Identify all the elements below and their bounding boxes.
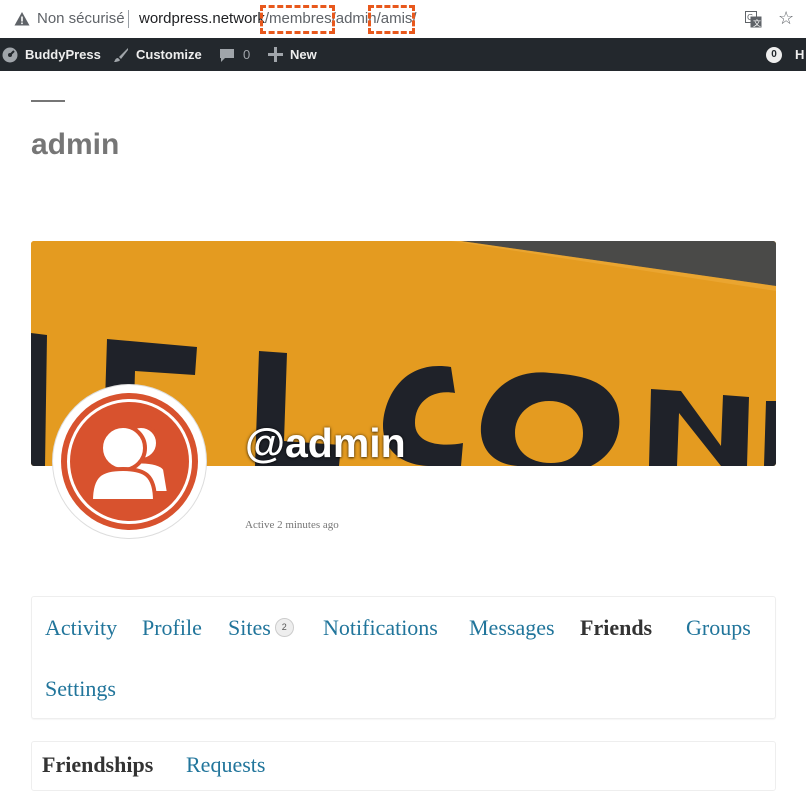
comments-count: 0 [243, 47, 251, 62]
avatar [61, 393, 198, 530]
notifications-menu[interactable]: 0 [766, 38, 782, 71]
dashboard-icon [2, 47, 18, 62]
warning-icon [14, 12, 30, 26]
notifications-count: 0 [766, 46, 782, 63]
profile-avatar[interactable] [53, 385, 206, 538]
nav-item-profile[interactable]: Profile [142, 615, 202, 641]
nav-item-activity[interactable]: Activity [45, 615, 117, 641]
brush-icon [114, 47, 128, 62]
nav-item-settings[interactable]: Settings [45, 676, 116, 702]
new-label: New [290, 47, 317, 62]
comments-link[interactable]: 0 [219, 38, 250, 71]
svg-text:文: 文 [753, 18, 761, 28]
plus-icon [268, 47, 283, 62]
highlight-box-membres [260, 5, 335, 34]
profile-username: @admin [245, 420, 406, 466]
new-content-menu[interactable]: New [268, 38, 317, 71]
url-separator [128, 10, 129, 28]
nav-item-groups[interactable]: Groups [686, 615, 751, 641]
subnav-item-friendships[interactable]: Friendships [42, 752, 153, 778]
bookmark-star-icon[interactable]: ☆ [778, 8, 794, 28]
customize-link[interactable]: Customize [113, 38, 202, 71]
customize-label: Customize [136, 47, 202, 62]
translate-icon[interactable]: G 文 [745, 11, 762, 28]
comment-icon [220, 48, 234, 62]
howdy-label: H [795, 47, 805, 62]
nav-item-notifications[interactable]: Notifications [323, 615, 438, 641]
subnav-item-requests[interactable]: Requests [186, 752, 265, 778]
members-icon [88, 424, 172, 503]
member-primary-nav: Activity Profile Sites 2 Notifications Me… [31, 596, 776, 719]
member-subnav: Friendships Requests [31, 741, 776, 791]
browser-url-bar[interactable]: Non sécurisé wordpress.network/membres/a… [0, 0, 806, 38]
title-rule [31, 100, 65, 102]
nav-item-friends[interactable]: Friends [580, 615, 652, 641]
site-name-menu[interactable]: BuddyPress [2, 38, 101, 71]
sites-count-badge: 2 [274, 618, 294, 638]
nav-item-sites-label: Sites [228, 615, 271, 640]
my-account-menu[interactable]: H [795, 38, 804, 71]
page-title: admin [31, 128, 120, 161]
nav-item-messages[interactable]: Messages [469, 615, 555, 641]
nav-item-sites[interactable]: Sites 2 [228, 615, 294, 641]
wp-admin-bar: BuddyPress Customize 0 New 0 H [0, 38, 806, 71]
last-active-text: Active 2 minutes ago [245, 519, 339, 531]
security-label[interactable]: Non sécurisé [37, 10, 125, 27]
highlight-box-amis [368, 5, 415, 34]
site-name: BuddyPress [25, 47, 101, 62]
url-host: wordpress.network [139, 10, 265, 27]
